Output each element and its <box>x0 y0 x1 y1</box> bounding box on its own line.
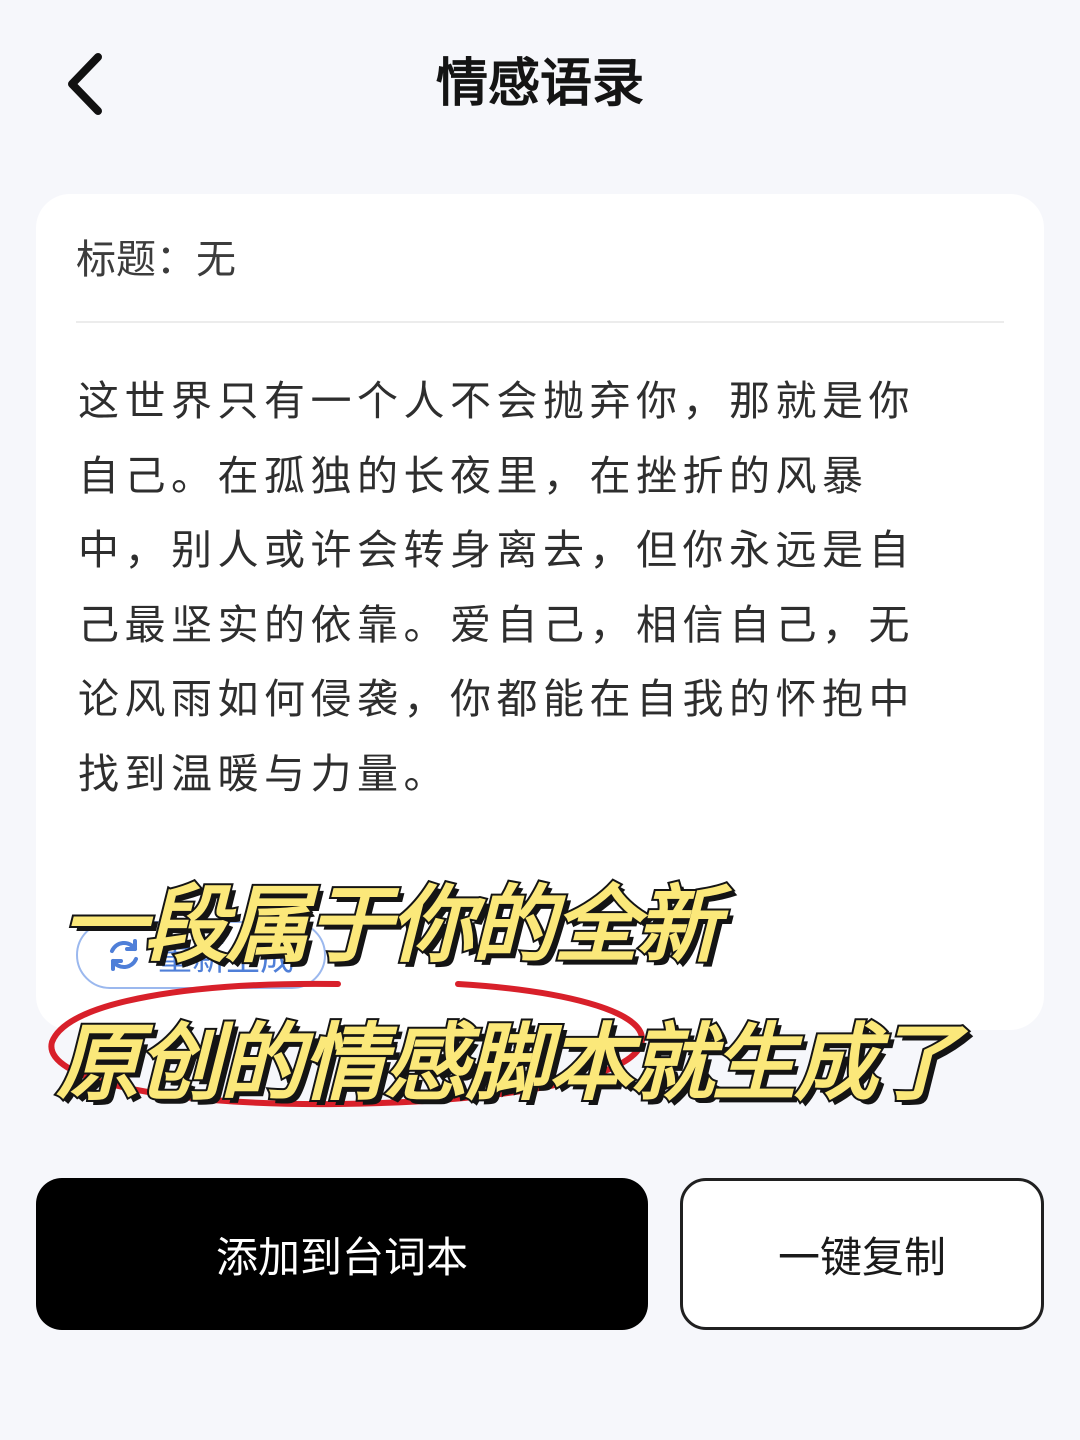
copy-button[interactable]: 一键复制 <box>680 1178 1044 1330</box>
quote-line: 己最坚实的依靠。爱自己，相信自己，无 <box>78 600 915 649</box>
add-to-script-button[interactable]: 添加到台词本 <box>36 1178 648 1330</box>
page-title: 情感语录 <box>435 54 644 114</box>
quote-line: 论风雨如何侵袭，你都能在自我的怀抱中 <box>78 675 915 723</box>
caption-line-1: 一段属于你的全新 <box>60 874 722 976</box>
card-title-label: 标题：无 <box>76 237 236 283</box>
quote-line: 自己。在孤独的长夜里，在挫折的风暴 <box>78 451 869 500</box>
quote-text: 这世界只有一个人不会抛弃你，那就是你 自己。在孤独的长夜里，在挫折的风暴 中，别… <box>78 364 978 811</box>
divider <box>76 321 1004 323</box>
quote-line: 中，别人或许会转身离去，但你永远是自 <box>78 526 915 574</box>
caption-line-2: 原创的情感脚本就生成了 <box>54 1012 962 1114</box>
quote-line: 找到温暖与力量。 <box>78 749 450 798</box>
quote-line: 这世界只有一个人不会抛弃你，那就是你 <box>78 377 915 425</box>
top-bar: 情感语录 <box>0 0 1080 170</box>
